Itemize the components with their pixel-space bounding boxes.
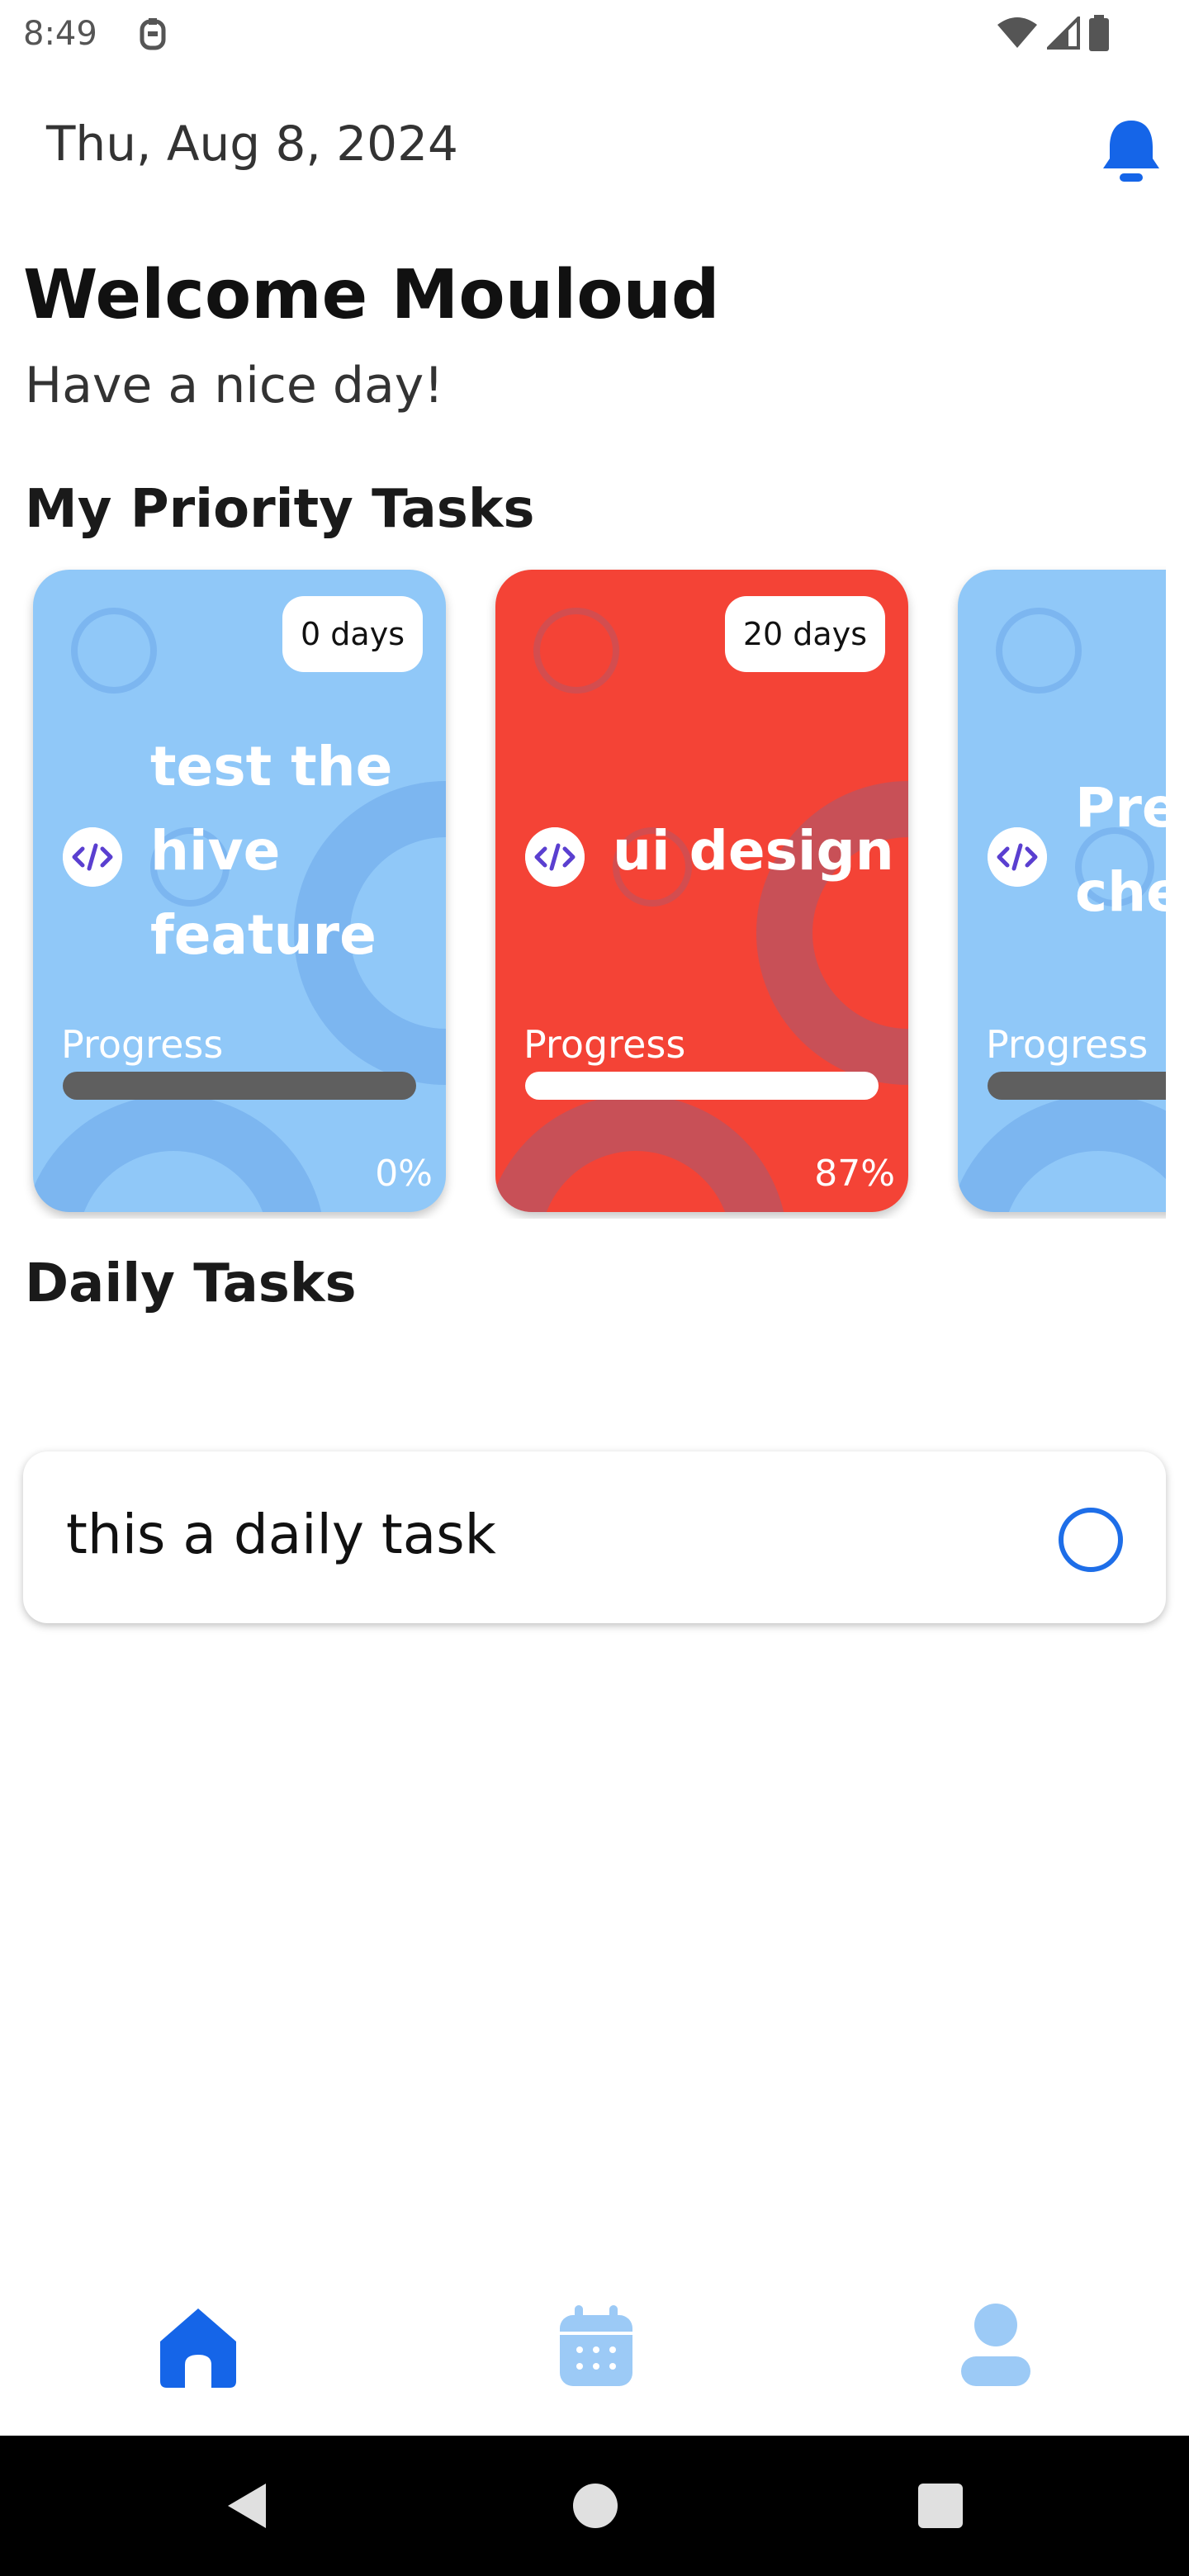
home-circle-icon[interactable] [566, 2477, 624, 2535]
progress-bar [63, 1072, 416, 1100]
priority-tasks-title: My Priority Tasks [25, 479, 535, 540]
wifi-icon [997, 17, 1037, 48]
days-remaining-badge: 20 days [724, 596, 885, 672]
days-remaining-badge: 0 days [282, 596, 423, 672]
progress-label: Progress [61, 1022, 224, 1067]
app-notification-icon [140, 18, 166, 50]
priority-task-card[interactable]: 20 days ui design Progress 87% [495, 570, 908, 1212]
bottom-navigation [0, 2279, 1189, 2436]
calendar-icon[interactable] [547, 2295, 646, 2394]
task-title: test the hive feature [150, 735, 393, 967]
daily-task-label: this a daily task [66, 1503, 496, 1566]
current-date: Thu, Aug 8, 2024 [46, 116, 458, 172]
status-time: 8:49 [23, 15, 97, 53]
home-icon[interactable] [149, 2295, 248, 2394]
daily-task-item[interactable]: this a daily task [23, 1451, 1166, 1623]
status-icons [996, 15, 1110, 51]
back-icon[interactable] [220, 2477, 277, 2535]
signal-icon [1047, 17, 1080, 50]
progress-percent: 0% [375, 1153, 433, 1195]
progress-percent: 87% [814, 1153, 895, 1195]
welcome-subtitle: Have a nice day! [25, 357, 444, 414]
code-icon [63, 827, 122, 887]
daily-tasks-title: Daily Tasks [25, 1253, 357, 1314]
code-icon [988, 827, 1047, 887]
profile-icon[interactable] [946, 2295, 1045, 2394]
task-title: ui design [613, 819, 894, 883]
progress-bar [525, 1072, 879, 1100]
progress-fill [525, 1072, 879, 1100]
priority-task-card[interactable]: 0 days test the hive feature Progress 0% [33, 570, 446, 1212]
progress-label: Progress [986, 1022, 1149, 1067]
welcome-title: Welcome Mouloud [23, 256, 720, 334]
battery-icon [1089, 15, 1109, 51]
priority-cards-carousel[interactable]: 0 days test the hive feature Progress 0%… [0, 566, 1166, 1219]
progress-label: Progress [523, 1022, 686, 1067]
system-navigation-bar [0, 2436, 1189, 2576]
task-complete-checkbox[interactable] [1059, 1508, 1123, 1572]
progress-bar [988, 1072, 1166, 1100]
priority-task-card[interactable]: Pre che Progress [958, 570, 1166, 1212]
status-bar: 8:49 [0, 0, 1189, 69]
notification-bell-icon[interactable] [1098, 116, 1164, 185]
code-icon [525, 827, 585, 887]
task-title: Pre che [1075, 776, 1166, 924]
recents-icon[interactable] [912, 2477, 969, 2535]
